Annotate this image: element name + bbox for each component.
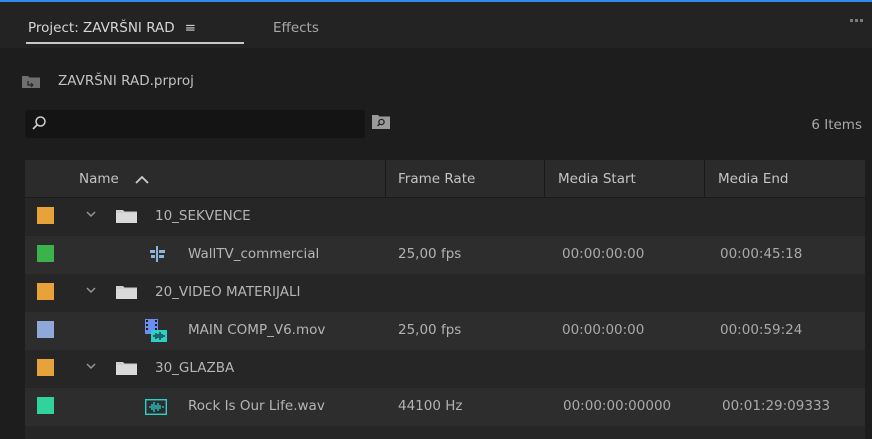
media-start-cell: 00:00:00:00000 (563, 398, 672, 414)
parent-bin-icon[interactable] (22, 75, 40, 88)
project-panel: Project: ZAVRŠNI RAD ≡ Effects ZAVRŠNI RA… (0, 0, 872, 439)
disclosure-chevron-down-icon[interactable] (86, 287, 96, 294)
media-start-cell: 00:00:00:00 (562, 246, 645, 262)
item-name: 20_VIDEO MATERIJALI (155, 284, 301, 300)
column-header-name[interactable]: Name (79, 171, 149, 187)
sort-ascending-icon[interactable] (135, 175, 149, 184)
table-row[interactable]: 10_SEKVENCE (25, 198, 865, 236)
table-row[interactable]: 30_GLAZBA (25, 350, 865, 388)
media-start-cell: 00:00:00:00 (562, 322, 645, 338)
frame-rate-cell: 25,00 fps (398, 322, 462, 338)
media-end-cell: 00:01:29:09333 (722, 398, 831, 414)
breadcrumb-path: ZAVRŠNI RAD.prproj (58, 73, 194, 89)
column-divider[interactable] (704, 160, 705, 198)
search-input[interactable] (55, 113, 359, 137)
table-row[interactable]: Rock Is Our Life.wav 44100 Hz 00:00:00:0… (25, 388, 865, 426)
media-end-cell: 00:00:59:24 (720, 322, 803, 338)
item-count: 6 Items (811, 117, 862, 133)
panel-menu-icon[interactable]: ≡ (185, 20, 196, 36)
tab-effects-label: Effects (273, 20, 319, 36)
label-color-swatch[interactable] (37, 207, 54, 224)
folder-icon (116, 362, 137, 375)
column-header-media-end[interactable]: Media End (718, 171, 789, 187)
video-clip-icon (145, 319, 167, 342)
disclosure-chevron-down-icon[interactable] (86, 363, 96, 370)
panel-tab-bar: Project: ZAVRŠNI RAD ≡ Effects (0, 2, 872, 48)
label-color-swatch[interactable] (37, 283, 54, 300)
item-name: Rock Is Our Life.wav (188, 398, 325, 414)
panel-overflow-icon[interactable] (850, 19, 863, 24)
item-name: MAIN COMP_V6.mov (188, 322, 326, 338)
folder-icon (116, 210, 137, 223)
label-color-swatch[interactable] (37, 359, 54, 376)
table-row[interactable]: 20_VIDEO MATERIJALI (25, 274, 865, 312)
breadcrumb: ZAVRŠNI RAD.prproj (22, 70, 194, 92)
sequence-icon (150, 246, 165, 262)
column-header-media-start[interactable]: Media Start (558, 171, 636, 187)
label-color-swatch[interactable] (37, 397, 54, 414)
active-tab-indicator (26, 42, 244, 44)
folder-icon (116, 286, 137, 299)
find-bin-icon[interactable] (372, 114, 390, 129)
search-icon (32, 116, 46, 130)
search-box (25, 110, 365, 138)
project-items-table: Name Frame Rate Media Start Media End 10… (25, 160, 865, 439)
table-header: Name Frame Rate Media Start Media End (25, 160, 865, 198)
item-name: 10_SEKVENCE (155, 208, 251, 224)
item-name: 30_GLAZBA (155, 360, 235, 376)
column-divider[interactable] (544, 160, 545, 198)
column-header-frame-rate[interactable]: Frame Rate (398, 171, 475, 187)
tab-project-label: Project: ZAVRŠNI RAD (28, 20, 175, 36)
frame-rate-cell: 25,00 fps (398, 246, 462, 262)
tab-project[interactable]: Project: ZAVRŠNI RAD ≡ (28, 20, 196, 36)
label-color-swatch[interactable] (37, 321, 54, 338)
tab-effects[interactable]: Effects (273, 20, 319, 36)
table-row[interactable]: MAIN COMP_V6.mov 25,00 fps 00:00:00:00 0… (25, 312, 865, 350)
item-name: WallTV_commercial (188, 246, 320, 262)
disclosure-chevron-down-icon[interactable] (86, 211, 96, 218)
column-header-name-label: Name (79, 171, 119, 187)
media-end-cell: 00:00:45:18 (720, 246, 803, 262)
label-color-swatch[interactable] (37, 245, 54, 262)
column-divider[interactable] (385, 160, 386, 198)
table-row[interactable]: WallTV_commercial 25,00 fps 00:00:00:00 … (25, 236, 865, 274)
frame-rate-cell: 44100 Hz (398, 398, 463, 414)
audio-clip-icon (145, 399, 167, 415)
